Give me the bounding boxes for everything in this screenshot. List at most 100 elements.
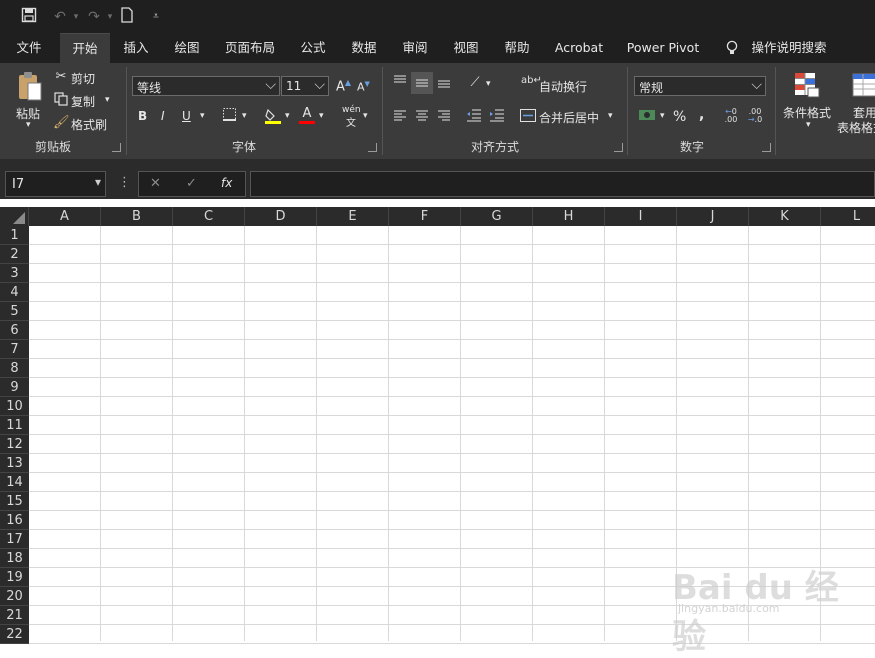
undo-dropdown-icon[interactable]: ▾ xyxy=(66,7,86,27)
font-size-combo[interactable]: 11 ⌵ xyxy=(281,76,329,96)
column-header-d[interactable]: D xyxy=(245,207,317,226)
paste-icon[interactable] xyxy=(15,71,45,103)
increase-decimal-icon[interactable]: ←0.00 xyxy=(722,108,740,124)
underline-dropdown-icon[interactable]: ▾ xyxy=(200,111,205,121)
name-box[interactable]: I7 ▾ xyxy=(5,171,106,197)
merge-dropdown-icon[interactable]: ▾ xyxy=(608,111,613,121)
underline-button[interactable]: U xyxy=(182,109,191,123)
align-top-icon[interactable] xyxy=(392,75,408,91)
row-header-18[interactable]: 18 xyxy=(0,549,29,568)
tab-help[interactable]: 帮助 xyxy=(497,33,537,63)
borders-icon[interactable] xyxy=(222,108,236,122)
row-header-21[interactable]: 21 xyxy=(0,606,29,625)
save-icon[interactable] xyxy=(19,7,39,27)
row-header-8[interactable]: 8 xyxy=(0,359,29,378)
insert-function-icon[interactable]: fx xyxy=(221,176,232,190)
row-header-15[interactable]: 15 xyxy=(0,492,29,511)
orientation-dropdown-icon[interactable]: ▾ xyxy=(486,79,491,89)
row-header-7[interactable]: 7 xyxy=(0,340,29,359)
column-header-l[interactable]: L xyxy=(821,207,875,226)
row-header-2[interactable]: 2 xyxy=(0,245,29,264)
conditional-format-icon[interactable] xyxy=(793,71,821,99)
cancel-icon[interactable]: ✕ xyxy=(150,176,161,191)
accounting-dropdown-icon[interactable]: ▾ xyxy=(660,111,665,121)
comma-style-button[interactable]: , xyxy=(699,107,704,123)
align-right-icon[interactable] xyxy=(436,110,452,124)
customize-qat-icon[interactable]: ⩡ xyxy=(146,7,166,27)
merge-center-icon[interactable] xyxy=(520,109,536,123)
copy-dropdown-icon[interactable]: ▾ xyxy=(105,95,110,105)
tab-power-pivot[interactable]: Power Pivot xyxy=(624,33,702,63)
font-color-icon[interactable]: A xyxy=(298,106,316,126)
copy-button[interactable]: 复制 xyxy=(71,93,95,110)
row-header-6[interactable]: 6 xyxy=(0,321,29,340)
conditional-format-dropdown-icon[interactable]: ▾ xyxy=(806,120,811,130)
font-name-combo[interactable]: 等线 ⌵ xyxy=(132,76,280,96)
merge-center-button[interactable]: 合并后居中 xyxy=(539,109,599,126)
column-header-e[interactable]: E xyxy=(317,207,389,226)
increase-font-size-icon[interactable]: A▲ xyxy=(336,78,351,94)
number-launcher-icon[interactable] xyxy=(762,143,771,152)
column-header-a[interactable]: A xyxy=(29,207,101,226)
accounting-format-icon[interactable] xyxy=(638,108,656,124)
format-painter-icon[interactable]: 🖌 xyxy=(53,115,70,131)
align-bottom-icon[interactable] xyxy=(436,75,452,91)
conditional-format-button[interactable]: 条件格式 xyxy=(783,104,831,121)
row-header-9[interactable]: 9 xyxy=(0,378,29,397)
increase-indent-icon[interactable] xyxy=(489,109,505,123)
row-header-13[interactable]: 13 xyxy=(0,454,29,473)
row-header-20[interactable]: 20 xyxy=(0,587,29,606)
tab-file[interactable]: 文件 xyxy=(8,33,50,63)
row-header-16[interactable]: 16 xyxy=(0,511,29,530)
bold-button[interactable]: B xyxy=(138,109,147,123)
borders-dropdown-icon[interactable]: ▾ xyxy=(242,111,247,121)
font-launcher-icon[interactable] xyxy=(368,143,377,152)
row-header-11[interactable]: 11 xyxy=(0,416,29,435)
number-format-combo[interactable]: 常规 ⌵ xyxy=(634,76,766,96)
new-document-icon[interactable] xyxy=(117,7,137,27)
align-left-icon[interactable] xyxy=(392,110,408,124)
tab-view[interactable]: 视图 xyxy=(446,33,486,63)
column-header-c[interactable]: C xyxy=(173,207,245,226)
fill-color-dropdown-icon[interactable]: ▾ xyxy=(285,111,290,121)
row-header-5[interactable]: 5 xyxy=(0,302,29,321)
wrap-text-icon[interactable]: ab↵ xyxy=(521,75,542,91)
format-painter-button[interactable]: 格式刷 xyxy=(71,116,107,133)
column-header-h[interactable]: H xyxy=(533,207,605,226)
row-header-14[interactable]: 14 xyxy=(0,473,29,492)
tab-home[interactable]: 开始 xyxy=(60,33,110,64)
cut-button[interactable]: 剪切 xyxy=(71,70,95,87)
row-header-19[interactable]: 19 xyxy=(0,568,29,587)
align-middle-icon[interactable] xyxy=(411,72,433,94)
copy-icon[interactable] xyxy=(53,92,69,108)
column-header-k[interactable]: K xyxy=(749,207,821,226)
tab-page-layout[interactable]: 页面布局 xyxy=(220,33,280,63)
row-header-22[interactable]: 22 xyxy=(0,625,29,644)
font-color-dropdown-icon[interactable]: ▾ xyxy=(319,111,324,121)
column-header-i[interactable]: I xyxy=(605,207,677,226)
row-header-3[interactable]: 3 xyxy=(0,264,29,283)
clipboard-launcher-icon[interactable] xyxy=(112,143,121,152)
row-header-1[interactable]: 1 xyxy=(0,226,29,245)
decrease-indent-icon[interactable] xyxy=(466,109,482,123)
more-options-icon[interactable]: ⋮ xyxy=(118,175,131,190)
enter-icon[interactable]: ✓ xyxy=(186,176,197,191)
formula-input[interactable] xyxy=(250,171,875,197)
format-as-table-icon[interactable] xyxy=(851,71,875,99)
scissors-icon[interactable]: ✂ xyxy=(53,69,69,85)
fill-color-icon[interactable] xyxy=(264,107,282,125)
align-center-icon[interactable] xyxy=(414,110,430,124)
column-header-j[interactable]: J xyxy=(677,207,749,226)
tab-review[interactable]: 审阅 xyxy=(395,33,435,63)
row-header-10[interactable]: 10 xyxy=(0,397,29,416)
percent-style-button[interactable]: % xyxy=(673,109,686,125)
column-header-b[interactable]: B xyxy=(101,207,173,226)
row-header-4[interactable]: 4 xyxy=(0,283,29,302)
tab-draw[interactable]: 绘图 xyxy=(167,33,207,63)
alignment-launcher-icon[interactable] xyxy=(614,143,623,152)
select-all-corner[interactable] xyxy=(0,207,29,226)
row-header-12[interactable]: 12 xyxy=(0,435,29,454)
wrap-text-button[interactable]: 自动换行 xyxy=(539,78,587,95)
orientation-icon[interactable]: ⟋ xyxy=(467,75,483,91)
decrease-decimal-icon[interactable]: .00 →.0 xyxy=(746,108,764,124)
